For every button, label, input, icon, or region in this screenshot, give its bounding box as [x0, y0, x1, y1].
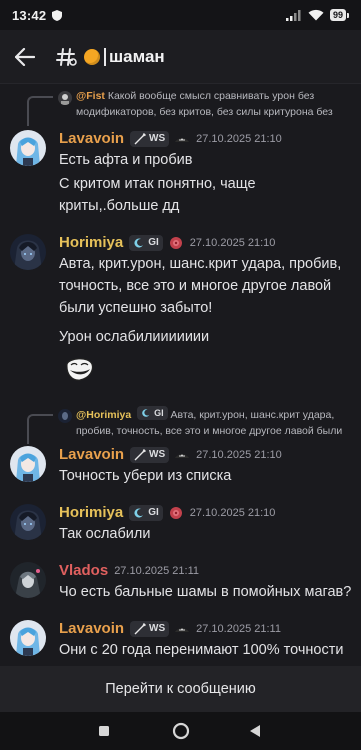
title-divider: [104, 47, 106, 66]
square-icon: [99, 726, 109, 736]
reply-author: @Fist: [76, 90, 105, 102]
pirate-hat-icon: [175, 137, 190, 142]
thread-hash-icon: [56, 47, 77, 66]
page-title: шаман: [109, 46, 165, 66]
message-text: Чо есть бальные шамы в помойных магав?: [59, 584, 352, 600]
message-text: были успешно забыто!: [59, 300, 213, 316]
avatar: [58, 409, 72, 423]
guild-tag[interactable]: GI: [129, 504, 163, 521]
sword-icon: [134, 622, 147, 634]
guild-tag-label: GI: [148, 237, 159, 248]
guild-tag[interactable]: GI: [129, 234, 163, 251]
back-button[interactable]: [12, 44, 38, 70]
home-button[interactable]: [170, 720, 192, 742]
reply-text: @Fist Какой вообще смысл сравнивать урон…: [76, 88, 354, 120]
message-text: точность, все это и многое другое лавой: [59, 278, 332, 294]
battery-icon: 99: [329, 9, 349, 21]
message-text: Авта, крит.урон, шанс.крит удара, пробив…: [59, 256, 342, 272]
avatar[interactable]: [10, 562, 46, 598]
avatar[interactable]: [10, 504, 46, 540]
status-bar: 13:42 99: [0, 0, 361, 30]
status-time: 13:42: [12, 7, 47, 23]
message-timestamp: 27.10.2025 21:10: [189, 506, 276, 519]
moon-icon: [142, 409, 150, 417]
message-timestamp: 27.10.2025 21:10: [189, 236, 276, 249]
message-text: Точность убери из списка: [59, 468, 232, 484]
shield-icon: [52, 9, 63, 21]
reply-text: @Horimiya GI Авта, крит.урон, шанс.крит …: [76, 406, 354, 439]
message-author[interactable]: Lavavoin: [59, 446, 124, 463]
avatar[interactable]: [10, 234, 46, 270]
channel-emoji-icon: [84, 48, 100, 65]
sword-icon: [134, 448, 147, 460]
guild-tag[interactable]: WS: [130, 620, 170, 637]
message-text: Они с 20 года перенимают 100% точности: [59, 642, 344, 658]
message-author[interactable]: Horimiya: [59, 504, 123, 521]
pirate-hat-icon: [175, 627, 190, 632]
back-nav-button[interactable]: [244, 720, 266, 742]
battery-level: 99: [329, 9, 346, 21]
avatar: [58, 91, 72, 105]
system-nav-bar: [0, 712, 361, 750]
guild-tag-label: WS: [149, 449, 166, 460]
guild-tag-label: WS: [149, 133, 166, 144]
circle-icon: [172, 722, 190, 740]
moon-icon: [134, 508, 144, 518]
recents-button[interactable]: [93, 720, 115, 742]
message-author[interactable]: Lavavoin: [59, 130, 124, 147]
rose-icon: [169, 506, 182, 519]
message-author[interactable]: Lavavoin: [59, 620, 124, 637]
guild-tag-label: GI: [154, 408, 164, 418]
reply-content: Какой вообще смысл сравнивать урон без м…: [76, 90, 333, 118]
moon-icon: [134, 238, 144, 248]
message-text: криты,.больше дд: [59, 198, 180, 214]
message-timestamp: 27.10.2025 21:11: [196, 622, 281, 635]
rose-icon: [169, 236, 182, 249]
wifi-icon: [308, 9, 324, 21]
guild-tag: GI: [137, 406, 168, 420]
reply-author: @Horimiya: [76, 409, 132, 421]
signal-icon: [285, 9, 301, 21]
avatar[interactable]: [10, 620, 46, 656]
guild-tag-label: WS: [149, 623, 166, 634]
message-author[interactable]: Horimiya: [59, 234, 123, 251]
avatar[interactable]: [10, 446, 46, 482]
message-feed[interactable]: @Fist Какой вообще смысл сравнивать урон…: [0, 84, 361, 666]
message-timestamp: 27.10.2025 21:10: [196, 132, 282, 145]
message-timestamp: 27.10.2025 21:11: [114, 564, 200, 577]
guild-tag[interactable]: WS: [130, 446, 170, 463]
triangle-back-icon: [250, 725, 260, 737]
pirate-hat-icon: [175, 453, 190, 458]
message-text: Так ослабили: [59, 526, 151, 542]
sword-icon: [134, 132, 147, 144]
avatar[interactable]: [10, 130, 46, 166]
jump-to-message-button[interactable]: Перейти к сообщению: [0, 666, 361, 712]
trollface-sticker-icon[interactable]: [64, 356, 94, 382]
message-author[interactable]: Vlados: [59, 562, 108, 579]
message-text: С критом итак понятно, чаще: [59, 176, 256, 192]
channel-header: шаман: [0, 30, 361, 84]
message-text: Есть афта и пробив: [59, 152, 193, 168]
guild-tag-label: GI: [148, 507, 159, 518]
message-timestamp: 27.10.2025 21:10: [196, 448, 282, 461]
message-text: Урон ослабилиииииии: [59, 329, 210, 345]
arrow-left-icon: [15, 47, 35, 66]
guild-tag[interactable]: WS: [130, 130, 170, 147]
